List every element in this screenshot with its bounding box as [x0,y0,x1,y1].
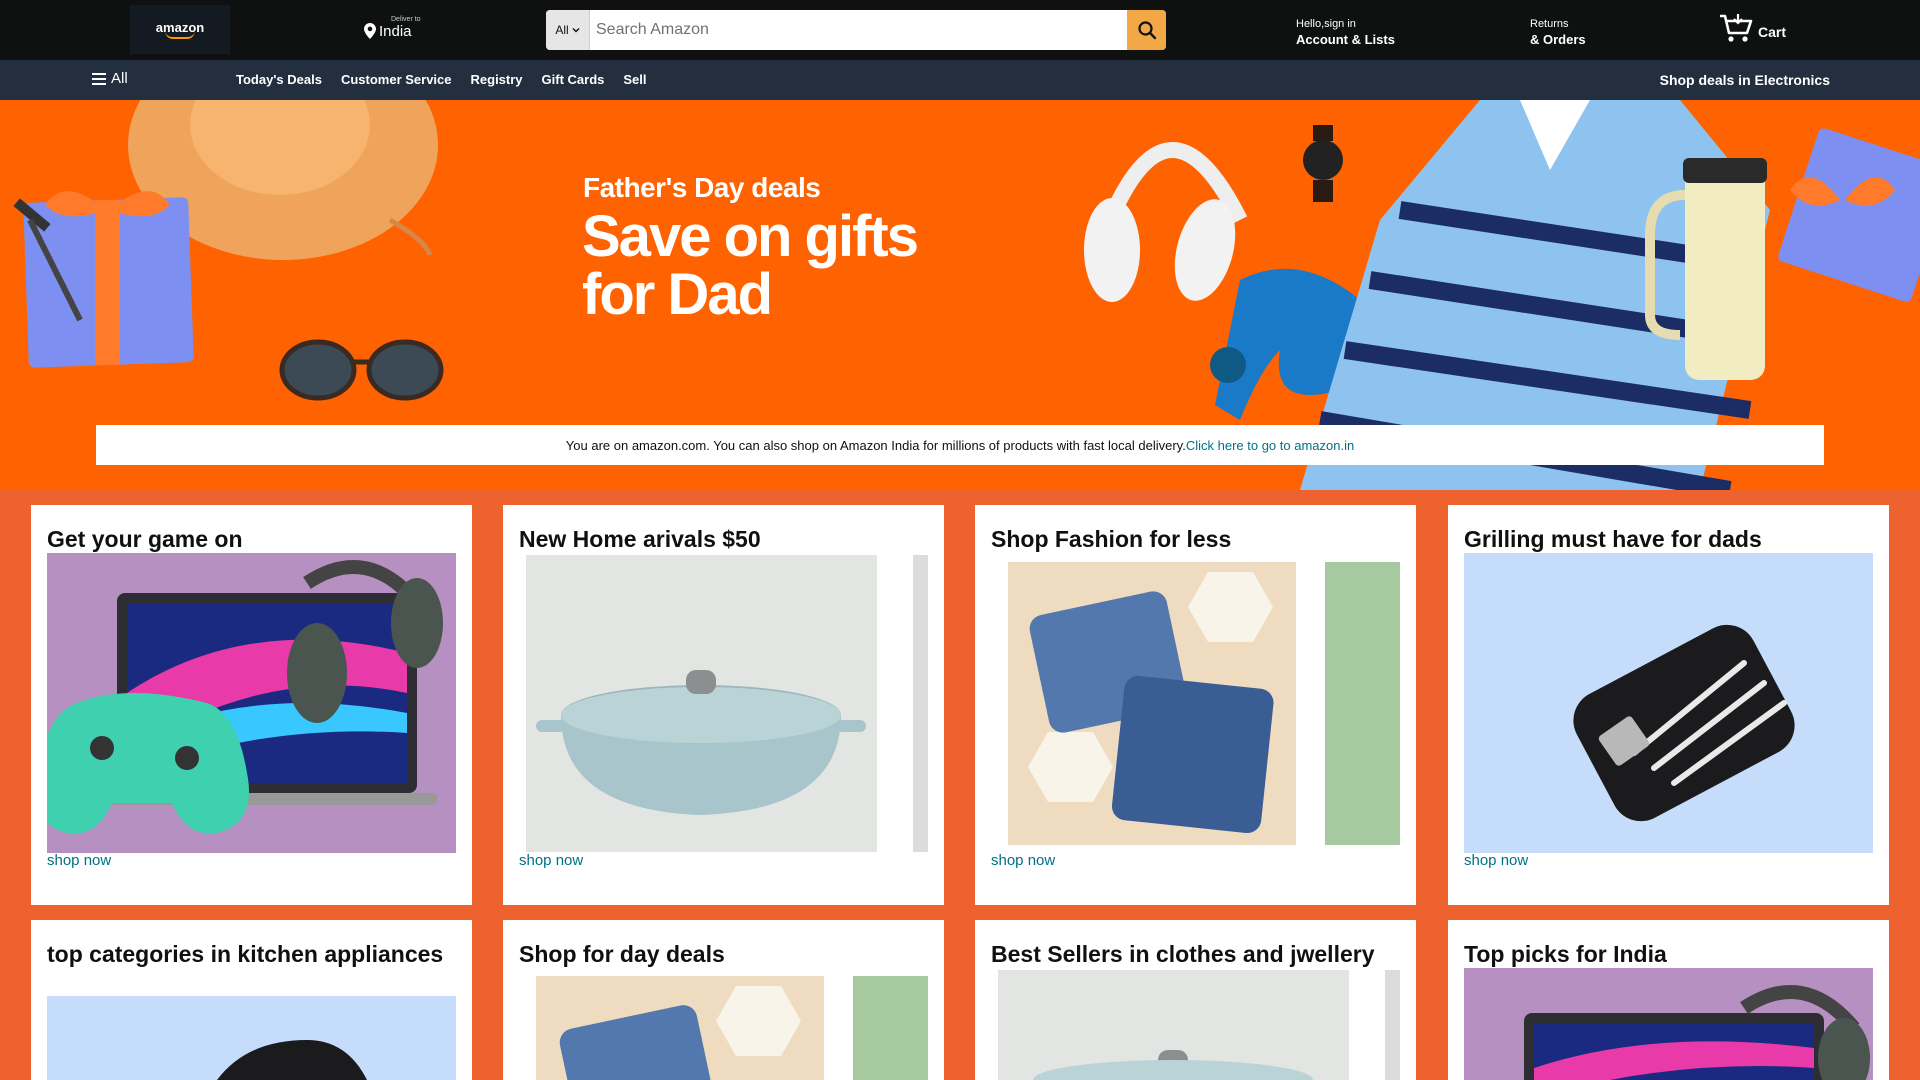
day-deals-image[interactable] [536,976,824,1080]
day-deals-illustration [559,986,801,1080]
card-title: Shop Fashion for less [991,526,1232,552]
card-home: New Home arivals $50 shop now [503,505,944,905]
subnav-link-todays-deals[interactable]: Today's Deals [236,72,322,87]
card-title: Grilling must have for dads [1464,526,1762,552]
hero-subtitle: Father's Day deals [583,172,821,203]
jeans-image[interactable] [1008,562,1296,845]
kitchen-appliance-image[interactable] [47,996,456,1080]
next-item-preview[interactable] [853,976,928,1080]
next-item-preview[interactable] [913,555,928,852]
subnav-link-sell[interactable]: Sell [623,72,646,87]
international-notice: You are on amazon.com. You can also shop… [96,425,1824,465]
shop-deals-electronics-link[interactable]: Shop deals in Electronics [1660,72,1830,88]
notice-text: You are on amazon.com. You can also shop… [565,437,1186,453]
card-title: Best Sellers in clothes and jwellery [991,941,1375,967]
search-input[interactable] [590,10,1127,50]
all-menu-label: All [111,70,128,87]
card-fashion: Shop Fashion for less shop now [975,505,1416,905]
top-picks-illustration [1524,985,1870,1080]
go-to-amazon-in-link[interactable]: Click here to go to amazon.in [1186,438,1354,453]
deliver-to[interactable]: Deliver to India [364,16,421,41]
next-item-preview[interactable] [1385,970,1400,1080]
subnav-link-registry[interactable]: Registry [471,72,523,87]
card-title: top categories in kitchen appliances [47,941,444,967]
gaming-illustration [47,560,443,834]
cart-label: Cart [1758,24,1787,40]
dutch-oven-image[interactable] [526,555,877,852]
subnav-links: Today's Deals Customer Service Registry … [236,72,647,87]
search-bar: All [546,10,1166,50]
next-item-preview[interactable] [1325,562,1400,845]
card-title: Shop for day deals [519,941,725,967]
chevron-down-icon [572,28,580,33]
returns-orders[interactable]: Returns & Orders [1530,18,1586,48]
cart-icon [1720,14,1753,42]
search-category-select[interactable]: All [546,10,590,50]
account-label: Account & Lists [1296,32,1395,47]
all-menu-button[interactable]: All [92,70,128,87]
dutch-oven-illustration [536,670,866,815]
subnav-link-gift-cards[interactable]: Gift Cards [542,72,605,87]
card-title: Get your game on [47,526,243,552]
shop-now-link[interactable]: shop now [1464,852,1528,869]
top-navbar: amazon Deliver to India All Hello,sign i… [0,0,1920,60]
returns-label: Returns [1530,18,1569,30]
card-top-picks: Top picks for India [1448,920,1889,1080]
deliver-to-label: Deliver to [391,16,421,23]
card-title: Top picks for India [1464,941,1667,967]
kitchen-illustration [217,1040,367,1080]
secondary-navbar: All Today's Deals Customer Service Regis… [0,60,1920,100]
card-title: New Home arivals $50 [519,526,761,552]
deliver-location: India [379,23,412,40]
orders-label: & Orders [1530,32,1586,47]
jeans-illustration [1028,572,1274,834]
card-day-deals: Shop for day deals [503,920,944,1080]
hero-title: Save on gifts for Dad [582,204,919,327]
location-pin-icon [364,23,376,39]
amazon-logo[interactable]: amazon [130,5,230,54]
card-best-sellers: Best Sellers in clothes and jwellery [975,920,1416,1080]
grill-tools-illustration [1573,624,1795,822]
search-icon [1137,21,1156,40]
shop-now-link[interactable]: shop now [519,852,583,869]
best-sellers-image[interactable] [998,970,1349,1080]
best-sellers-illustration [1033,1050,1313,1080]
card-game: Get your game on shop now [31,505,472,905]
gaming-laptop-image[interactable] [47,553,456,853]
cart-button[interactable]: Cart [1718,12,1786,44]
card-grilling: Grilling must have for dads shop now [1448,505,1889,905]
hamburger-menu-icon [92,72,106,85]
search-button[interactable] [1127,10,1166,50]
shop-now-link[interactable]: shop now [47,852,111,869]
shop-now-link[interactable]: shop now [991,852,1055,869]
card-kitchen: top categories in kitchen appliances [31,920,472,1080]
account-lists[interactable]: Hello,sign in Account & Lists [1296,18,1395,48]
subnav-link-customer-service[interactable]: Customer Service [341,72,452,87]
logo-smile-icon [165,31,195,39]
search-category-label: All [555,23,569,37]
grill-set-image[interactable] [1464,553,1873,853]
account-greeting: Hello,sign in [1296,18,1356,30]
top-picks-image[interactable] [1464,968,1873,1080]
